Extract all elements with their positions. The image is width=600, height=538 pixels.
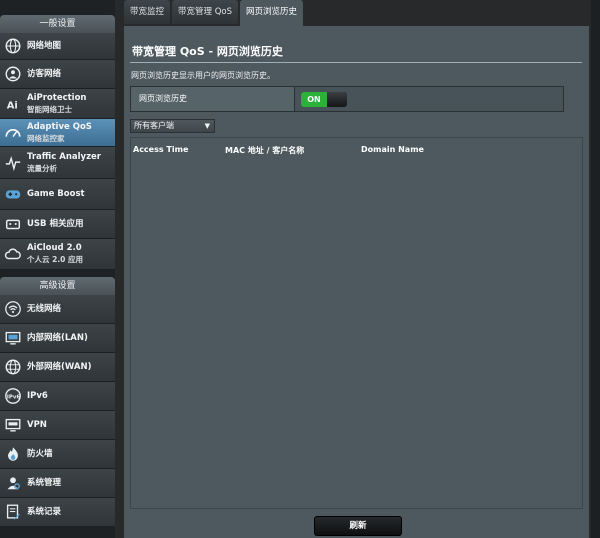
column-header-access-time: Access Time <box>133 145 189 154</box>
lan-icon <box>3 328 23 348</box>
sidebar-item-label: 内部网络(LAN) <box>27 332 88 343</box>
pulse-icon <box>3 153 23 173</box>
advanced-settings-header: 高级设置 <box>0 277 115 295</box>
client-select-value: 所有客户端 <box>134 121 174 130</box>
gamepad-icon <box>3 184 23 204</box>
sidebar-item-aiprotection[interactable]: Ai AiProtection 智能网络卫士 <box>0 89 115 119</box>
column-header-domain-name: Domain Name <box>361 145 424 154</box>
sidebar-item-label: 无线网络 <box>27 303 62 314</box>
guest-globe-icon <box>3 64 23 84</box>
log-icon <box>3 502 23 522</box>
sidebar-item-label: VPN <box>27 419 47 430</box>
sidebar-item-system-log[interactable]: 系统记录 <box>0 498 115 527</box>
wifi-icon <box>3 299 23 319</box>
sidebar-item-label: Game Boost <box>27 188 85 199</box>
toggle-knob <box>327 92 347 107</box>
vpn-icon <box>3 415 23 435</box>
admin-gear-icon <box>3 473 23 493</box>
ipv6-icon: IPv6 <box>3 386 23 406</box>
gauge-icon <box>3 123 23 143</box>
globe-icon <box>3 36 23 56</box>
general-settings-header: 一般设置 <box>0 15 115 33</box>
usb-icon <box>3 214 23 234</box>
chevron-down-icon: ▼ <box>204 122 210 130</box>
web-history-toggle-label: 网页浏览历史 <box>131 87 295 111</box>
page-title: 带宽管理 QoS - 网页浏览历史 <box>132 45 283 58</box>
sidebar-item-sublabel: 网络监控家 <box>27 133 65 143</box>
history-table: Access Time MAC 地址 / 客户名称 Domain Name <box>130 137 583 509</box>
sidebar-item-label: USB 相关应用 <box>27 218 84 229</box>
column-header-mac-client: MAC 地址 / 客户名称 <box>225 146 305 155</box>
sidebar-item-administration[interactable]: 系统管理 <box>0 469 115 498</box>
sidebar-item-wireless[interactable]: 无线网络 <box>0 295 115 324</box>
sidebar-item-firewall[interactable]: 防火墙 <box>0 440 115 469</box>
page-scrollbar[interactable] <box>591 0 600 538</box>
sidebar-item-sublabel: 流量分析 <box>27 163 57 173</box>
sidebar-item-label: Traffic Analyzer <box>27 151 101 162</box>
svg-text:IPv6: IPv6 <box>7 394 20 400</box>
client-select-dropdown[interactable]: 所有客户端 ▼ <box>130 119 215 133</box>
sidebar-item-label: IPv6 <box>27 390 48 401</box>
web-history-setting-row: 网页浏览历史 ON <box>130 86 564 112</box>
sidebar-item-label: 系统记录 <box>27 506 62 517</box>
sidebar-item-label: AiCloud 2.0 <box>27 243 82 253</box>
sidebar-item-ipv6[interactable]: IPv6 IPv6 <box>0 382 115 411</box>
sidebar-item-usb-apps[interactable]: USB 相关应用 <box>0 210 115 239</box>
sidebar-item-sublabel: 个人云 2.0 应用 <box>27 255 84 264</box>
refresh-button[interactable]: 刷新 <box>314 516 402 536</box>
sidebar-item-aicloud[interactable]: AiCloud 2.0 个人云 2.0 应用 <box>0 239 115 270</box>
firewall-icon <box>3 444 23 464</box>
toggle-on-label: ON <box>301 92 327 107</box>
tab-bar: 带宽监控 带宽管理 QoS 网页浏览历史 <box>124 0 305 26</box>
sidebar-item-adaptive-qos[interactable]: Adaptive QoS 网络监控家 <box>0 119 115 147</box>
ai-protection-icon: Ai <box>3 94 23 114</box>
title-divider <box>130 62 582 63</box>
sidebar-item-label: 访客网络 <box>27 68 62 79</box>
cloud-icon <box>3 244 23 264</box>
sidebar-item-network-map[interactable]: 网络地图 <box>0 33 115 60</box>
sidebar-item-guest-network[interactable]: 访客网络 <box>0 60 115 89</box>
sidebar-item-label: Adaptive QoS <box>27 121 92 132</box>
sidebar-item-sublabel: 智能网络卫士 <box>27 104 72 114</box>
main-panel: 带宽管理 QoS - 网页浏览历史 网页浏览历史显示用户的网页浏览历史。 网页浏… <box>124 26 589 538</box>
sidebar-item-traffic-analyzer[interactable]: Traffic Analyzer 流量分析 <box>0 147 115 179</box>
svg-text:Ai: Ai <box>7 100 18 111</box>
sidebar-item-label: 外部网络(WAN) <box>27 361 92 372</box>
sidebar-item-label: AiProtection <box>27 92 87 103</box>
sidebar: 一般设置 网络地图 访客网络 Ai AiProtection 智能网络卫士 Ad… <box>0 0 115 538</box>
tab-web-history[interactable]: 网页浏览历史 <box>240 0 304 26</box>
sidebar-item-label: 系统管理 <box>27 477 62 488</box>
sidebar-item-label: 防火墙 <box>27 448 53 459</box>
web-history-toggle[interactable]: ON <box>301 92 347 107</box>
tab-bandwidth-monitor[interactable]: 带宽监控 <box>124 0 171 24</box>
sidebar-item-vpn[interactable]: VPN <box>0 411 115 440</box>
sidebar-item-label: 网络地图 <box>27 40 62 51</box>
tab-bandwidth-qos[interactable]: 带宽管理 QoS <box>172 0 239 24</box>
wan-globe-icon <box>3 357 23 377</box>
sidebar-item-game-boost[interactable]: Game Boost <box>0 179 115 210</box>
sidebar-item-wan[interactable]: 外部网络(WAN) <box>0 353 115 382</box>
page-description: 网页浏览历史显示用户的网页浏览历史。 <box>131 71 275 80</box>
sidebar-item-lan[interactable]: 内部网络(LAN) <box>0 324 115 353</box>
